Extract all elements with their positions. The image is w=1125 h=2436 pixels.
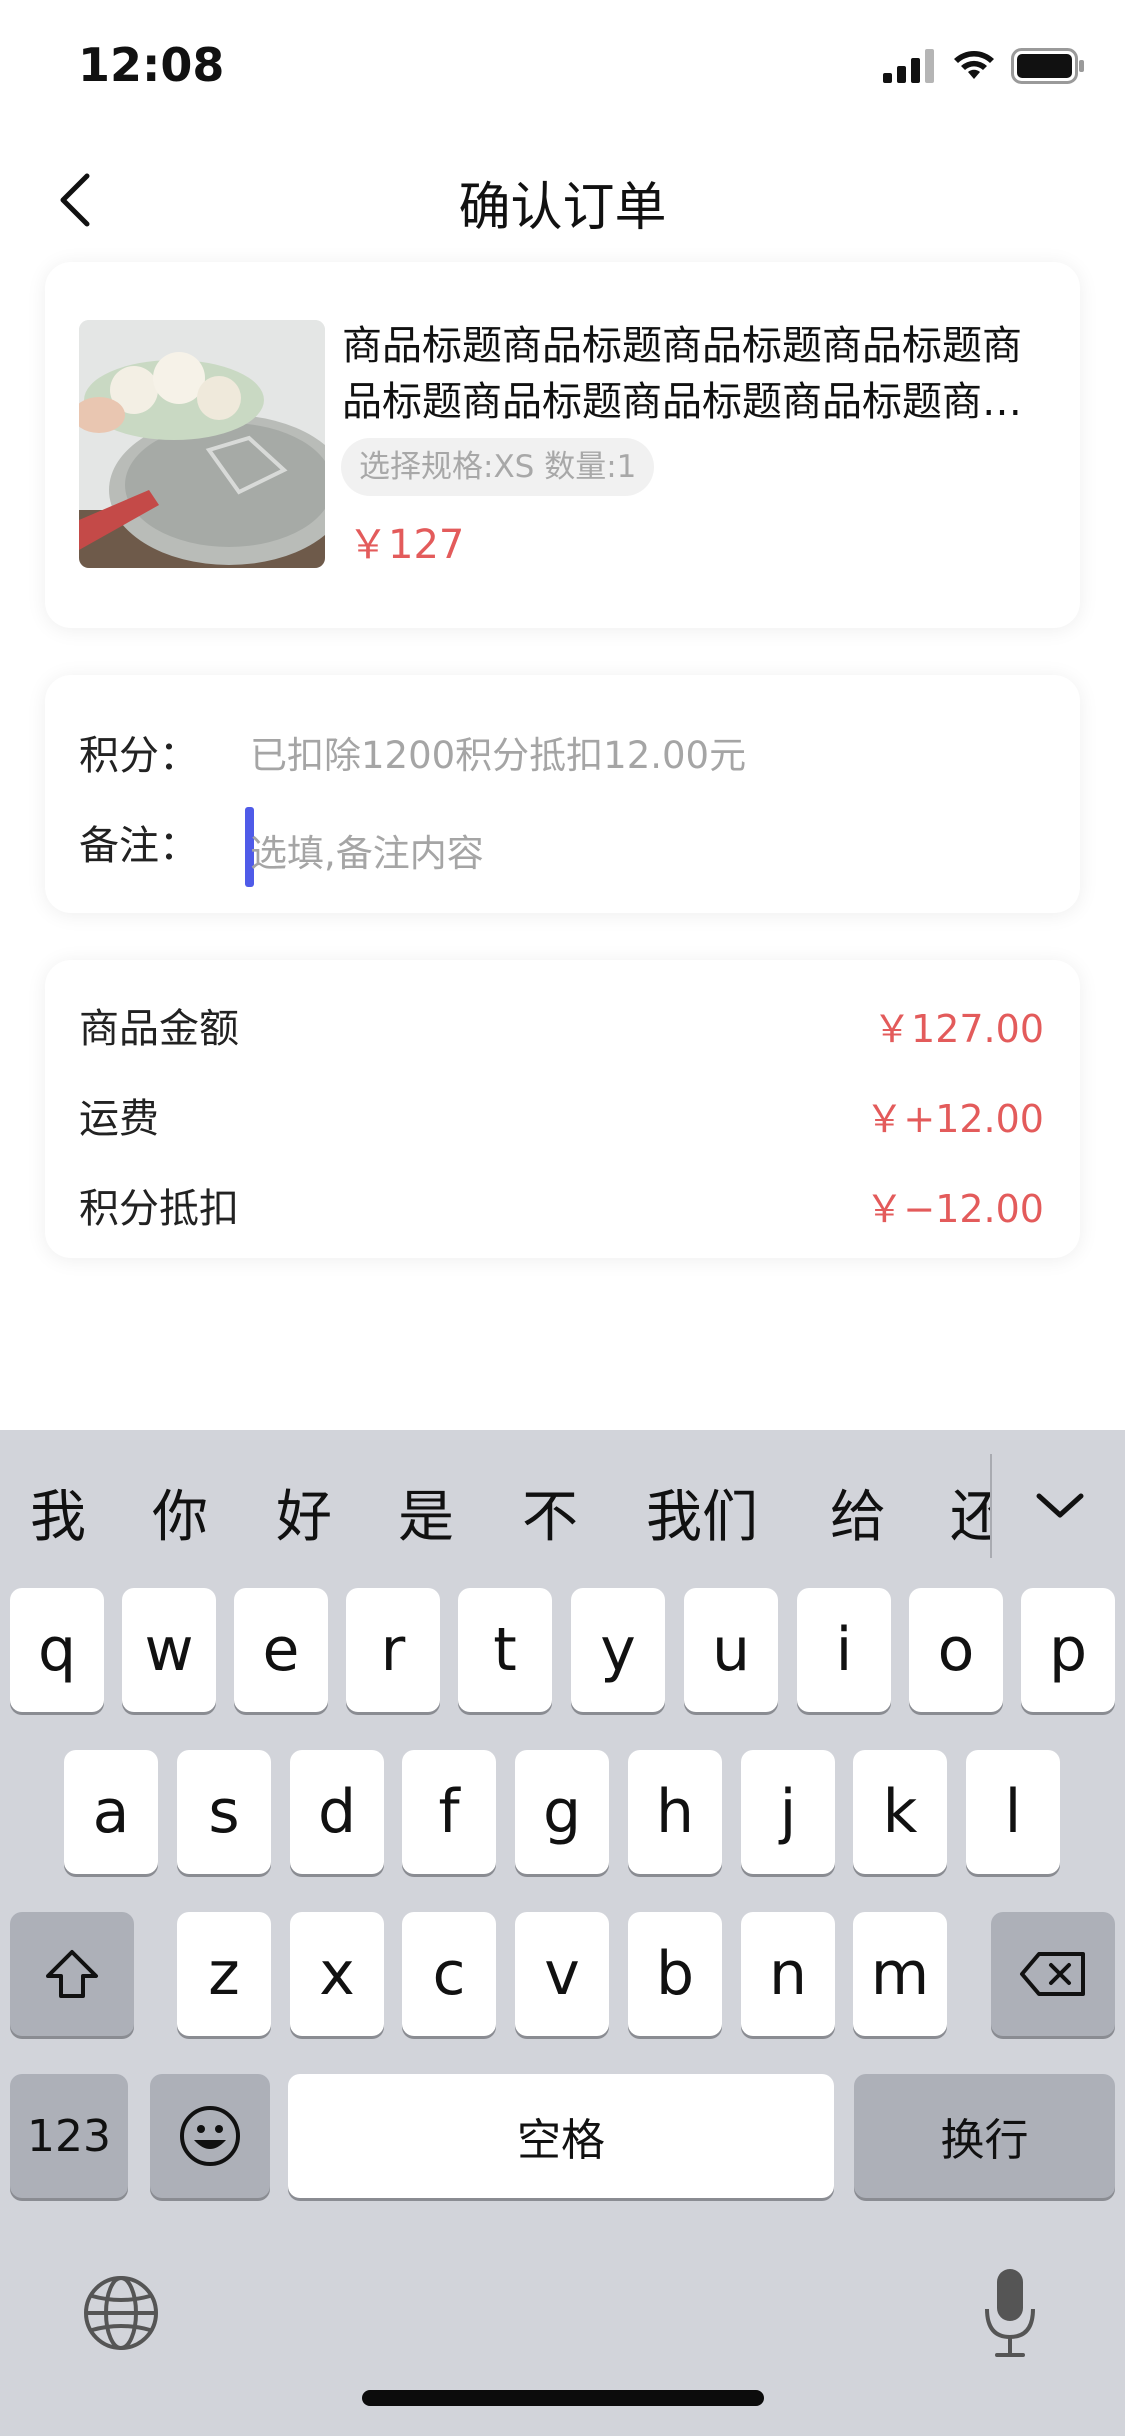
- globe-icon: [84, 2276, 158, 2350]
- candidate-divider: [990, 1454, 992, 1558]
- price-summary-card: 商品金额 ￥127.00 运费 ￥+12.00 积分抵扣 ￥−12.00: [45, 960, 1080, 1258]
- key-y[interactable]: y: [571, 1588, 665, 1712]
- key-x[interactable]: x: [290, 1912, 384, 2036]
- remark-label: 备注：: [79, 823, 199, 869]
- candidate-word[interactable]: 不: [522, 1472, 578, 1553]
- key-p[interactable]: p: [1021, 1588, 1115, 1712]
- nav-bar: 确认订单: [0, 135, 1125, 265]
- key-f[interactable]: f: [402, 1750, 496, 1874]
- key-h[interactable]: h: [628, 1750, 722, 1874]
- summary-label-points: 积分抵扣: [79, 1186, 239, 1232]
- summary-value-shipping: ￥+12.00: [865, 1097, 1044, 1141]
- candidate-word[interactable]: 好: [276, 1472, 332, 1553]
- points-value: 已扣除1200积分抵扣12.00元: [250, 734, 747, 777]
- delete-key[interactable]: [991, 1912, 1115, 2036]
- battery-icon: [1011, 48, 1084, 84]
- candidate-word[interactable]: 是: [398, 1472, 454, 1553]
- shift-key[interactable]: [10, 1912, 134, 2036]
- remark-input[interactable]: 选填,备注内容: [250, 823, 484, 877]
- key-n[interactable]: n: [741, 1912, 835, 2036]
- candidate-bar: 我 你 好 是 不 我们 给 还: [0, 1430, 1125, 1580]
- key-l[interactable]: l: [966, 1750, 1060, 1874]
- key-o[interactable]: o: [909, 1588, 1003, 1712]
- key-i[interactable]: i: [797, 1588, 891, 1712]
- key-a[interactable]: a: [64, 1750, 158, 1874]
- order-info-card: 积分： 已扣除1200积分抵扣12.00元 备注： 选填,备注内容: [45, 675, 1080, 913]
- candidate-word[interactable]: 你: [152, 1472, 208, 1553]
- product-image: [79, 320, 325, 568]
- key-q[interactable]: q: [10, 1588, 104, 1712]
- wifi-icon: [954, 51, 994, 79]
- key-b[interactable]: b: [628, 1912, 722, 2036]
- summary-value-goods: ￥127.00: [873, 1007, 1044, 1051]
- key-k[interactable]: k: [853, 1750, 947, 1874]
- product-title: 商品标题商品标题商品标题商品标题商品标题商品标题商品标题商品标题商品标题: [342, 323, 1022, 425]
- delete-icon: [1020, 1952, 1085, 1996]
- key-u[interactable]: u: [684, 1588, 778, 1712]
- product-price: ￥127: [348, 522, 465, 568]
- summary-value-points: ￥−12.00: [865, 1187, 1044, 1231]
- summary-label-goods: 商品金额: [79, 1006, 239, 1052]
- key-e[interactable]: e: [234, 1588, 328, 1712]
- return-key[interactable]: 换行: [854, 2074, 1115, 2198]
- microphone-icon: [985, 2268, 1035, 2357]
- candidate-word[interactable]: 我: [30, 1472, 86, 1553]
- spec-tag[interactable]: 选择规格:XS 数量:1: [341, 438, 655, 496]
- status-bar: 12:08: [0, 0, 1125, 135]
- points-label: 积分：: [79, 733, 199, 779]
- summary-label-shipping: 运费: [79, 1096, 159, 1142]
- chevron-down-icon: [1036, 1493, 1084, 1518]
- signal-icon: [883, 49, 934, 83]
- page-title: 确认订单: [458, 178, 667, 238]
- number-key[interactable]: 123: [10, 2074, 128, 2198]
- key-w[interactable]: w: [122, 1588, 216, 1712]
- emoji-icon: [180, 2106, 240, 2166]
- key-j[interactable]: j: [741, 1750, 835, 1874]
- key-t[interactable]: t: [458, 1588, 552, 1712]
- candidate-word[interactable]: 还: [950, 1472, 990, 1553]
- key-m[interactable]: m: [853, 1912, 947, 2036]
- key-c[interactable]: c: [402, 1912, 496, 2036]
- collapse-candidates-button[interactable]: [1030, 1475, 1090, 1535]
- key-d[interactable]: d: [290, 1750, 384, 1874]
- home-indicator[interactable]: [362, 2390, 764, 2406]
- shift-icon: [46, 1950, 98, 1998]
- status-time: 12:08: [78, 38, 225, 92]
- key-r[interactable]: r: [346, 1588, 440, 1712]
- emoji-key[interactable]: [150, 2074, 270, 2198]
- candidate-word[interactable]: 我们: [646, 1472, 758, 1553]
- key-g[interactable]: g: [515, 1750, 609, 1874]
- key-z[interactable]: z: [177, 1912, 271, 2036]
- key-v[interactable]: v: [515, 1912, 609, 2036]
- space-key[interactable]: 空格: [288, 2074, 834, 2198]
- status-icons: [883, 48, 1085, 84]
- microphone-button[interactable]: [975, 2265, 1045, 2360]
- key-s[interactable]: s: [177, 1750, 271, 1874]
- product-card: 商品标题商品标题商品标题商品标题商品标题商品标题商品标题商品标题商品标题 选择规…: [45, 262, 1080, 628]
- candidate-word[interactable]: 给: [830, 1472, 886, 1553]
- keyboard: 我 你 好 是 不 我们 给 还 q w e r t y u i o p a s…: [0, 1430, 1125, 2436]
- globe-button[interactable]: [80, 2272, 162, 2354]
